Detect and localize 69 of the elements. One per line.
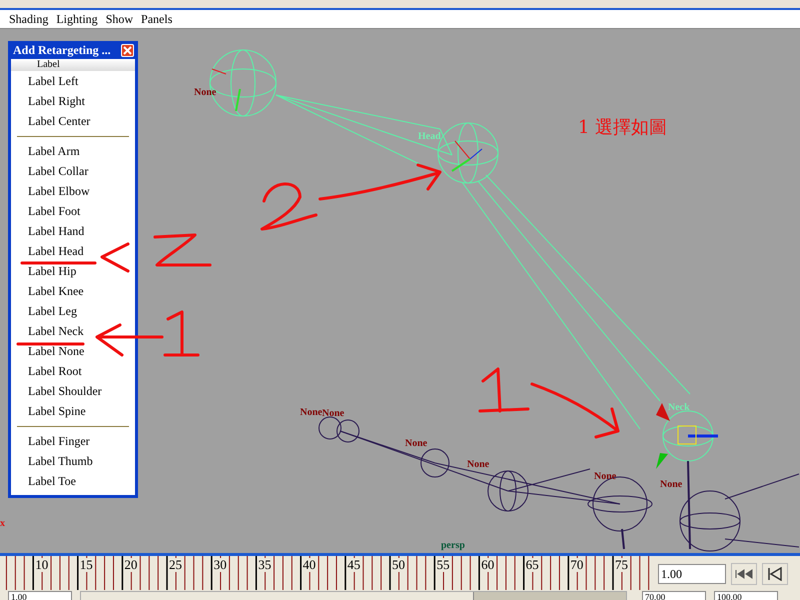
menu-item[interactable]: Shading (9, 12, 48, 26)
start-time-field[interactable]: 1.00 (8, 591, 72, 600)
menu-item[interactable]: Label Toe (11, 471, 135, 491)
joint-label: None (467, 459, 490, 470)
menu-item[interactable]: Label Hand (11, 221, 135, 241)
handwritten-number-drawing (154, 234, 212, 266)
menu-item[interactable]: Label Elbow (11, 181, 135, 201)
handwritten-arrow-drawing (96, 324, 164, 356)
menu-item[interactable]: Panels (141, 12, 172, 26)
tick-label: 65 (526, 558, 539, 572)
menu-item[interactable]: Show (106, 12, 134, 26)
menu-item[interactable]: Label Thumb (11, 451, 135, 471)
menu-item[interactable]: Label Arm (11, 141, 135, 161)
menu-item[interactable]: Label Finger (11, 431, 135, 451)
menu-item[interactable]: Label Left (11, 71, 135, 91)
menu-item[interactable]: Label Collar (11, 161, 135, 181)
handwritten-arrowhead-drawing (100, 242, 130, 272)
go-to-start-button[interactable] (731, 562, 757, 584)
joint-label: None (660, 479, 682, 490)
menu-item[interactable]: Label Spine (11, 401, 135, 421)
step-back-icon (767, 566, 783, 580)
tick-label: 35 (258, 558, 272, 572)
range-slider-handle[interactable] (81, 592, 474, 600)
tick-label: 20 (124, 558, 138, 572)
joint-label: None (194, 87, 216, 98)
tick-label: 25 (169, 558, 182, 572)
menu-item[interactable]: Label Center (11, 111, 135, 131)
joint-label: None (405, 438, 428, 449)
tick-label: 75 (615, 558, 628, 572)
tick-label: 10 (35, 558, 48, 572)
joint-label: Neck (668, 402, 690, 413)
menu-item[interactable]: Label Right (11, 91, 135, 111)
close-icon (123, 46, 132, 54)
end-time-field[interactable]: 70.00 (642, 591, 706, 600)
skip-to-start-icon (735, 568, 753, 578)
tearoff-handle[interactable]: Label (11, 59, 135, 71)
current-time-field[interactable]: 1.00 (658, 564, 726, 584)
tick-label: 15 (80, 558, 93, 572)
menu-item[interactable]: Label Root (11, 361, 135, 381)
joint-label: Head (418, 131, 441, 142)
window-title: Add Retargeting ... (13, 42, 111, 58)
menu-item[interactable]: Label Hip (11, 261, 135, 281)
menu-item[interactable]: Label Knee (11, 281, 135, 301)
menu-item[interactable]: Label Head (11, 241, 135, 261)
tick-label: 30 (214, 558, 227, 572)
camera-label: persp (441, 540, 465, 551)
underline-stroke (16, 342, 84, 346)
tick-label: 45 (347, 558, 360, 572)
tick-label: 50 (392, 558, 405, 572)
tick-label: 70 (570, 558, 584, 572)
menu-item[interactable]: Label Foot (11, 201, 135, 221)
menu-item[interactable]: Label Shoulder (11, 381, 135, 401)
close-button[interactable] (121, 44, 134, 56)
step-back-button[interactable] (762, 562, 788, 584)
handwritten-number-drawing (164, 310, 200, 356)
menu-item[interactable]: Lighting (56, 12, 98, 26)
joint-label: None (594, 471, 616, 482)
menu-item[interactable]: Label Leg (11, 301, 135, 321)
annotation-text: 1 選擇如圖 (578, 117, 668, 138)
tick-label: 40 (302, 558, 316, 572)
joint-label: None (322, 408, 344, 419)
time-ruler[interactable]: 10 15 20 25 30 35 40 45 50 55 60 65 70 75 (0, 556, 655, 591)
total-end-field[interactable]: 100.00 (714, 591, 778, 600)
tick-label: 55 (436, 558, 450, 572)
menu-item[interactable]: Label None (11, 341, 135, 361)
menu-item[interactable]: Label Neck (11, 321, 135, 341)
tick-label: 60 (481, 558, 494, 572)
joint-label: None (300, 407, 322, 418)
axis-label: x (0, 518, 5, 529)
